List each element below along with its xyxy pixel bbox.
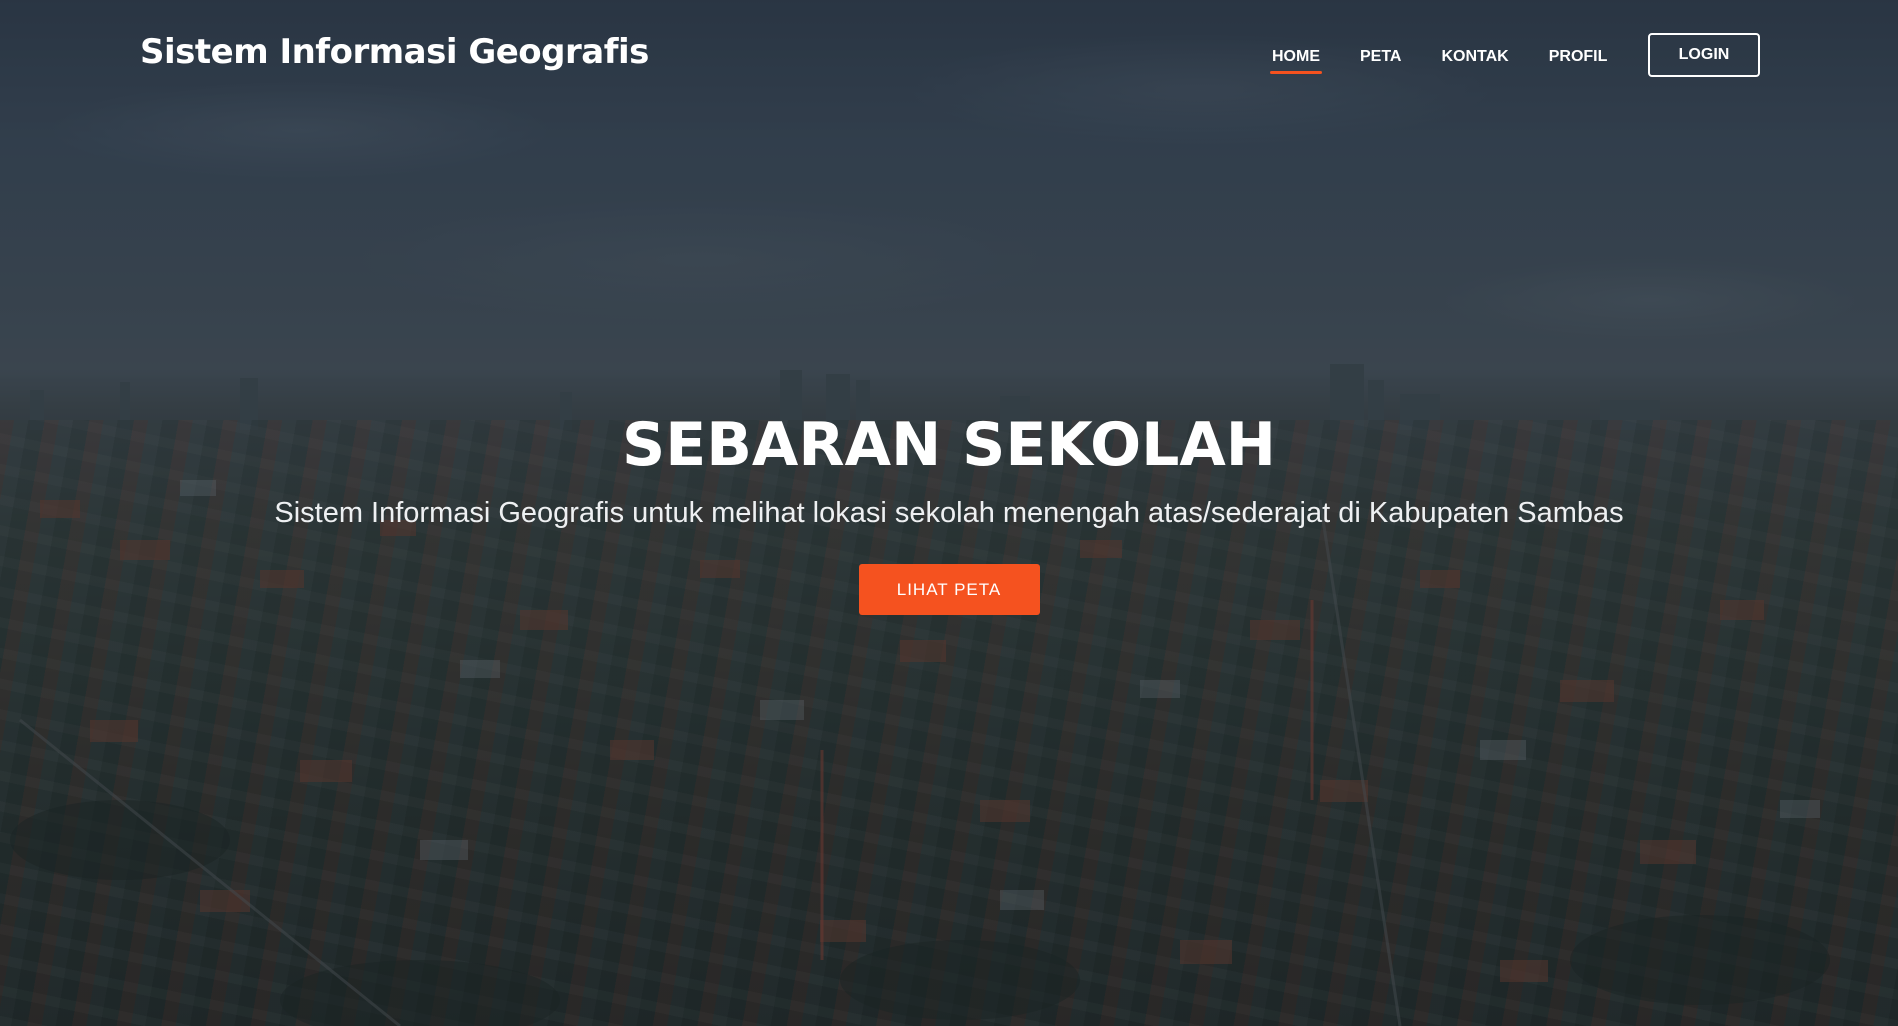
navbar: Sistem Informasi Geografis HOME PETA KON… — [0, 0, 1898, 110]
hero-section: Sistem Informasi Geografis HOME PETA KON… — [0, 0, 1898, 1026]
nav-item-home[interactable]: HOME — [1270, 44, 1322, 74]
lihat-peta-button[interactable]: LIHAT PETA — [858, 564, 1040, 615]
hero-title: SEBARAN SEKOLAH — [622, 410, 1276, 480]
login-button[interactable]: LOGIN — [1648, 33, 1760, 77]
hero-subtitle: Sistem Informasi Geografis untuk melihat… — [274, 497, 1624, 529]
nav-item-peta[interactable]: PETA — [1358, 44, 1403, 74]
nav-item-kontak[interactable]: KONTAK — [1439, 44, 1510, 74]
main-nav: HOME PETA KONTAK PROFIL — [1270, 44, 1645, 74]
brand-logo-text[interactable]: Sistem Informasi Geografis — [140, 32, 649, 72]
nav-item-profil[interactable]: PROFIL — [1547, 44, 1610, 74]
hero-content: SEBARAN SEKOLAH Sistem Informasi Geograf… — [0, 405, 1898, 615]
